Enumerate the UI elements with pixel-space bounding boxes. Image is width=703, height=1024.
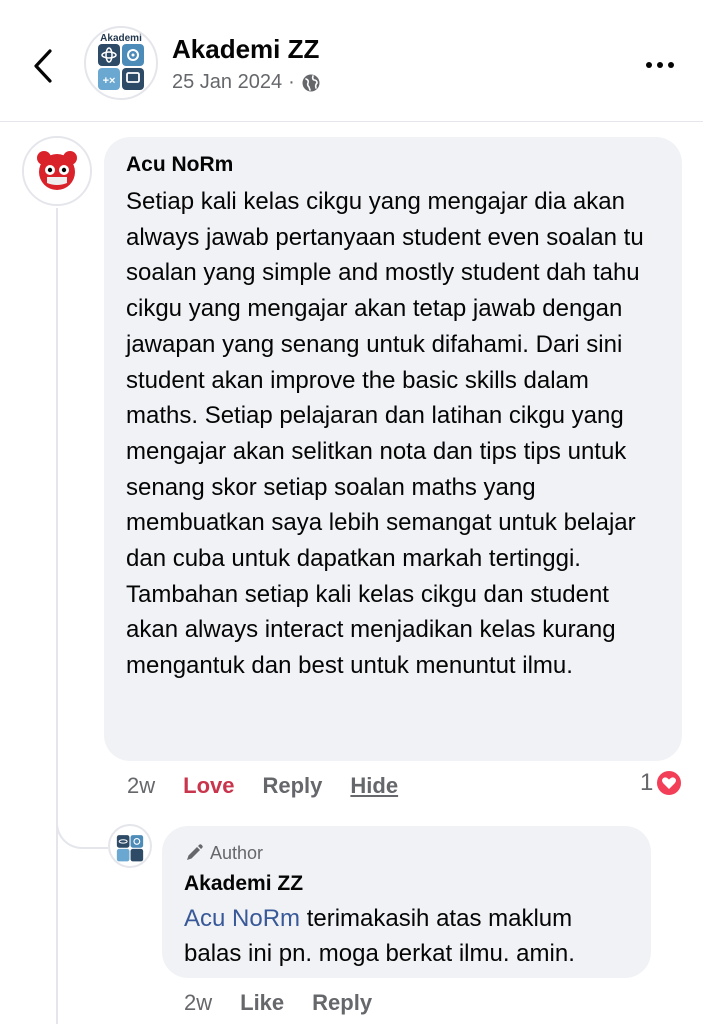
globe-icon bbox=[302, 74, 320, 91]
mention-link[interactable]: Acu NoRm bbox=[184, 905, 300, 932]
dot bbox=[646, 62, 652, 68]
dot bbox=[657, 62, 663, 68]
chevron-left-icon bbox=[34, 49, 52, 83]
commenter-avatar[interactable] bbox=[22, 136, 92, 206]
svg-text:+×: +× bbox=[103, 75, 116, 87]
comment-author[interactable]: Acu NoRm bbox=[126, 151, 660, 179]
svg-text:Akademi: Akademi bbox=[100, 33, 142, 44]
page-name[interactable]: Akademi ZZ bbox=[172, 34, 319, 65]
reply-actions: 2w Like Reply bbox=[184, 988, 400, 1018]
red-character-avatar-icon bbox=[24, 138, 90, 204]
author-badge-label: Author bbox=[210, 842, 264, 863]
akademi-logo-icon bbox=[116, 835, 144, 862]
reply-author-avatar[interactable] bbox=[108, 824, 152, 868]
like-button[interactable]: Like bbox=[240, 990, 284, 1016]
reply-text: Acu NoRm terimakasih atas maklum balas i… bbox=[184, 901, 629, 971]
comment-time[interactable]: 2w bbox=[127, 773, 155, 799]
reply-time[interactable]: 2w bbox=[184, 990, 212, 1016]
reply-author[interactable]: Akademi ZZ bbox=[184, 870, 629, 898]
meta-separator: · bbox=[288, 71, 295, 93]
comment-bubble: Acu NoRm Setiap kali kelas cikgu yang me… bbox=[104, 137, 682, 761]
comment-text: Setiap kali kelas cikgu yang mengajar di… bbox=[126, 188, 644, 680]
reaction-summary[interactable]: 1 bbox=[640, 769, 684, 797]
reply-button[interactable]: Reply bbox=[262, 773, 322, 799]
author-badge: Author bbox=[184, 840, 629, 866]
comment-actions: 2w Love Reply Hide bbox=[127, 771, 426, 801]
hide-button[interactable]: Hide bbox=[350, 773, 398, 799]
heart-icon bbox=[655, 769, 684, 797]
post-meta: 25 Jan 2024 · bbox=[172, 71, 321, 94]
reaction-count: 1 bbox=[640, 769, 654, 796]
post-header: Akademi +× Akademi ZZ 25 Jan 2024 · bbox=[0, 0, 703, 122]
reply-reply-button[interactable]: Reply bbox=[312, 990, 372, 1016]
page-avatar[interactable]: Akademi +× bbox=[84, 26, 158, 100]
more-options-button[interactable] bbox=[638, 50, 682, 80]
pen-icon bbox=[187, 844, 203, 860]
thread-connector bbox=[56, 805, 108, 849]
back-button[interactable] bbox=[26, 44, 60, 88]
akademi-logo-icon: Akademi +× bbox=[98, 33, 144, 90]
love-button[interactable]: Love bbox=[183, 773, 234, 799]
thread-line bbox=[56, 208, 58, 1024]
dot bbox=[668, 62, 674, 68]
reply-bubble: Author Akademi ZZ Acu NoRm terimakasih a… bbox=[162, 826, 651, 978]
post-date[interactable]: 25 Jan 2024 bbox=[172, 71, 282, 94]
